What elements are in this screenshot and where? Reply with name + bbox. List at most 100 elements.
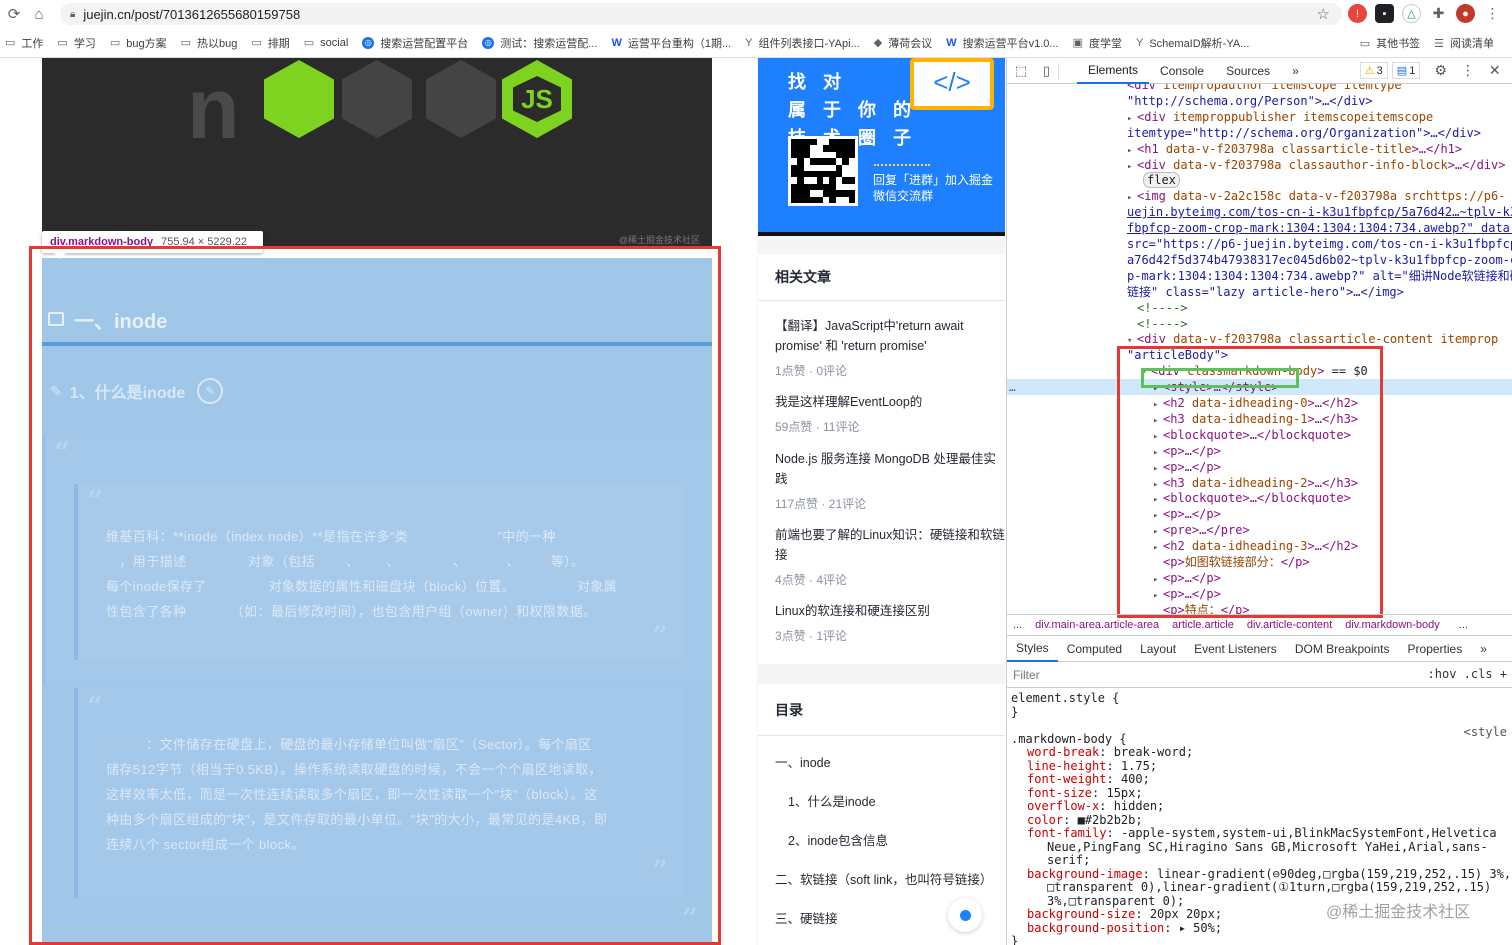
bookmark-item[interactable]: ☰ 阅读清单 bbox=[1434, 35, 1494, 51]
css-value[interactable]: ■#2b2b2b; bbox=[1078, 813, 1143, 827]
css-property[interactable]: word-break bbox=[1027, 745, 1099, 759]
related-article-item[interactable]: Linux的软连接和硬连接区别 3点赞 · 1评论 bbox=[775, 601, 1005, 644]
style-source-link[interactable]: <style bbox=[1464, 725, 1507, 740]
subtab-properties[interactable]: Properties bbox=[1399, 636, 1472, 662]
related-article-item[interactable]: Node.js 服务连接 MongoDB 处理最佳实践 117点赞 · 21评论 bbox=[775, 449, 1005, 512]
css-property[interactable]: overflow-x bbox=[1027, 799, 1099, 813]
related-article-item[interactable]: 前端也要了解的Linux知识：硬链接和软链接 4点赞 · 4评论 bbox=[775, 525, 1005, 588]
css-property[interactable]: background-image bbox=[1027, 867, 1143, 881]
tab-sources[interactable]: Sources bbox=[1215, 58, 1281, 84]
tab-elements[interactable]: Elements bbox=[1077, 58, 1150, 84]
css-value[interactable]: 400; bbox=[1121, 772, 1150, 786]
bookmark-item[interactable]: W 搜索运营平台v1.0... bbox=[946, 35, 1058, 51]
breadcrumb-item[interactable]: div.markdown-body bbox=[1345, 619, 1440, 631]
pixel-extension-icon[interactable]: ▪ bbox=[1375, 4, 1394, 23]
address-bar[interactable]: 🔒︎ juejin.cn/post/7013612655680159758 ☆ bbox=[60, 3, 1342, 25]
close-icon[interactable]: ✕ bbox=[1489, 62, 1501, 79]
join-group-ad[interactable]: 找 对属 于 你 的技 术 圈 子 </> 回复「进群」加入掘金微信交流群 bbox=[758, 58, 1005, 236]
css-property[interactable]: color bbox=[1027, 813, 1063, 827]
bookmark-item[interactable]: Y 组件列表接口-YApi... bbox=[745, 35, 860, 51]
more-tabs-icon[interactable]: » bbox=[1281, 58, 1310, 84]
toc-item[interactable]: 二、软链接（soft link，也叫符号链接） bbox=[775, 869, 992, 888]
alert-extension-icon[interactable]: ! bbox=[1348, 4, 1367, 23]
dom-node-line[interactable]: uejin.byteimg.com/tos-cn-i-k3u1fbpfcp/5a… bbox=[1127, 205, 1512, 221]
dom-node-line[interactable]: src="https://p6-juejin.byteimg.com/tos-c… bbox=[1127, 237, 1512, 253]
bookmark-item[interactable]: ▭ 其他书签 bbox=[1360, 35, 1420, 51]
bookmark-star-icon[interactable]: ☆ bbox=[1317, 5, 1330, 23]
bookmark-item[interactable]: ▭ 学习 bbox=[57, 35, 95, 51]
bookmark-item[interactable]: ▣ 度学堂 bbox=[1073, 35, 1122, 51]
bookmark-item[interactable]: ▭ bug方案 bbox=[110, 35, 167, 51]
device-toggle-icon[interactable]: ▯ bbox=[1035, 62, 1059, 79]
css-value[interactable]: 15px; bbox=[1106, 786, 1142, 800]
bookmark-item[interactable]: ▭ social bbox=[304, 36, 349, 50]
dom-node-line[interactable]: <div itempropauthor itemscope itemtype bbox=[1127, 84, 1402, 94]
css-value[interactable]: linear-gradient(⊖90deg,□rgba(159,219,252… bbox=[1157, 867, 1511, 881]
dom-node-line[interactable]: flex bbox=[1143, 172, 1180, 189]
dom-node-line[interactable]: <!----> bbox=[1137, 301, 1188, 317]
bookmark-item[interactable]: ▭ 工作 bbox=[5, 35, 43, 51]
bookmark-item[interactable]: ◆ 薄荷会议 bbox=[874, 35, 932, 51]
reload-icon[interactable]: ⟳ bbox=[3, 3, 25, 25]
breadcrumb-item[interactable]: div.main-area.article-area bbox=[1035, 619, 1159, 631]
toc-item[interactable]: 一、inode bbox=[775, 752, 831, 771]
filter-tools[interactable]: :hov .cls + bbox=[1428, 667, 1507, 681]
toc-item[interactable]: 三、硬链接 bbox=[775, 908, 838, 927]
dom-node-line[interactable]: ▸ <img data-v-2a2c158c data-v-f203798a sr… bbox=[1127, 189, 1505, 205]
filter-input[interactable]: Filter bbox=[1013, 668, 1040, 682]
inspect-element-icon[interactable]: ⬚ bbox=[1007, 63, 1035, 79]
warnings-badge[interactable]: ⚠ 3 bbox=[1359, 62, 1388, 79]
settings-gear-icon[interactable]: ⚙ bbox=[1434, 62, 1447, 79]
css-value[interactable]: ▸ 50%; bbox=[1179, 921, 1222, 935]
home-icon[interactable]: ⌂ bbox=[28, 3, 50, 25]
devtools-menu-icon[interactable]: ⋮ bbox=[1461, 62, 1475, 79]
dom-node-line[interactable]: ▸ <div itemproppublisher itemscopeitemsco… bbox=[1127, 110, 1433, 126]
subtab-layout[interactable]: Layout bbox=[1131, 636, 1185, 662]
bookmark-item[interactable]: W 运营平台重构（1期... bbox=[611, 35, 731, 51]
dom-node-line[interactable]: itemtype="http://schema.org/Organization… bbox=[1127, 126, 1481, 142]
css-property[interactable]: font-family bbox=[1027, 826, 1106, 840]
dom-node-line[interactable]: p-mark:1304:1304:1304:734.awebp?" alt="细… bbox=[1127, 269, 1512, 285]
css-value[interactable]: -apple-system,system-ui,BlinkMacSystemFo… bbox=[1121, 826, 1497, 840]
related-article-item[interactable]: 【翻译】JavaScript中'return await promise' 和 '… bbox=[775, 316, 1005, 379]
dom-node-line[interactable]: 链接" class="lazy article-hero">…</img> bbox=[1127, 285, 1404, 301]
css-value[interactable]: break-word; bbox=[1114, 745, 1193, 759]
puzzle-icon[interactable]: ✚ bbox=[1429, 4, 1448, 23]
dom-node-line[interactable]: "http://schema.org/Person">…</div> bbox=[1127, 94, 1373, 110]
css-property[interactable]: line-height bbox=[1027, 759, 1106, 773]
toc-item[interactable]: 2、inode包含信息 bbox=[788, 830, 888, 849]
tab-console[interactable]: Console bbox=[1149, 58, 1215, 84]
css-value[interactable]: 1.75; bbox=[1121, 759, 1157, 773]
chat-bubble-button[interactable] bbox=[948, 898, 982, 932]
expand-triangle-icon[interactable]: ▸ bbox=[1127, 160, 1137, 176]
breadcrumb-item[interactable]: ... bbox=[1007, 619, 1022, 631]
bookmark-item[interactable]: ◎ 测试：搜索运营配... bbox=[482, 35, 597, 51]
css-property[interactable]: font-weight bbox=[1027, 772, 1106, 786]
subtab-dom-breakpoints[interactable]: DOM Breakpoints bbox=[1286, 636, 1399, 662]
dom-node-line[interactable]: ▸ <div data-v-f203798a classauthor-info-b… bbox=[1127, 158, 1505, 174]
dom-node-line[interactable]: ▸ <h1 data-v-f203798a classarticle-title>… bbox=[1127, 142, 1462, 158]
bookmark-item[interactable]: Y SchemaID解析-YA... bbox=[1136, 35, 1249, 51]
bookmark-item[interactable]: ◎ 搜索运营配置平台 bbox=[362, 35, 468, 51]
toc-item[interactable]: 1、什么是inode bbox=[788, 791, 876, 810]
bookmark-item[interactable]: ▭ 排期 bbox=[251, 35, 289, 51]
dom-node-line[interactable]: <!----> bbox=[1137, 317, 1188, 333]
menu-kebab-icon[interactable]: ⋮ bbox=[1483, 4, 1502, 23]
dom-node-line[interactable]: fbpfcp-zoom-crop-mark:1304:1304:1304:734… bbox=[1127, 221, 1512, 237]
breadcrumb-item[interactable]: article.article bbox=[1172, 619, 1234, 631]
css-value[interactable]: 20px 20px; bbox=[1150, 907, 1222, 921]
breadcrumb-item[interactable]: div.article-content bbox=[1247, 619, 1332, 631]
dom-node-line[interactable]: a76d42f5d374b47938317ec045d6b02~tplv-k3u… bbox=[1127, 253, 1512, 269]
bookmark-item[interactable]: ▭ 热以bug bbox=[181, 35, 238, 51]
avatar[interactable]: ● bbox=[1456, 4, 1475, 23]
drive-extension-icon[interactable]: △ bbox=[1402, 4, 1421, 23]
breadcrumb-item[interactable]: ... bbox=[1453, 619, 1468, 631]
css-property[interactable]: font-size bbox=[1027, 786, 1092, 800]
subtab--[interactable]: » bbox=[1471, 636, 1496, 662]
css-value[interactable]: hidden; bbox=[1114, 799, 1165, 813]
messages-badge[interactable]: ▤ 1 bbox=[1391, 62, 1421, 79]
css-property[interactable]: background-position bbox=[1027, 921, 1164, 935]
css-property[interactable]: background-size bbox=[1027, 907, 1135, 921]
related-article-item[interactable]: 我是这样理解EventLoop的 59点赞 · 11评论 bbox=[775, 392, 1005, 435]
subtab-computed[interactable]: Computed bbox=[1058, 636, 1131, 662]
